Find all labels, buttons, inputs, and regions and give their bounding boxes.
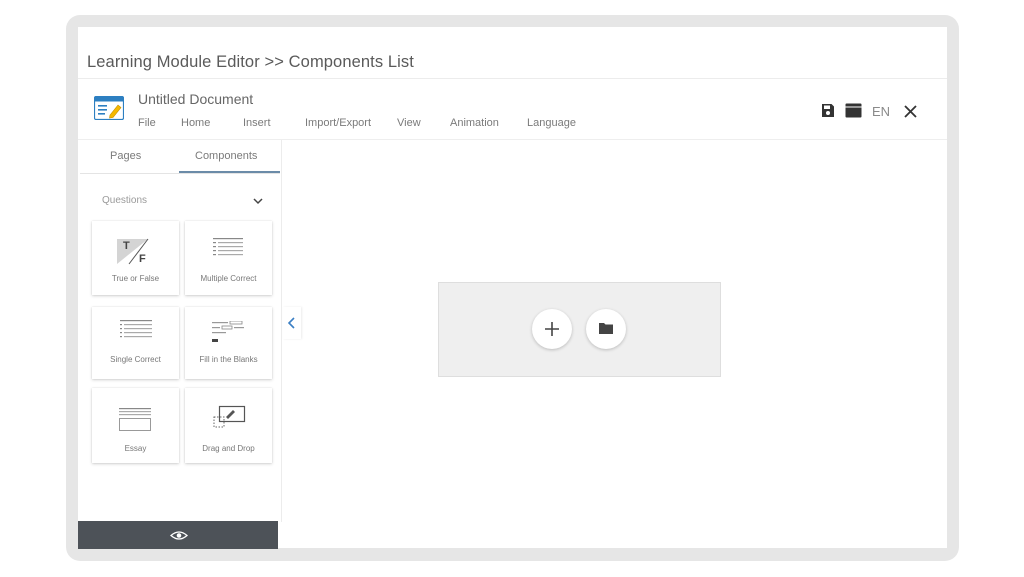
open-folder-button[interactable] bbox=[586, 309, 626, 349]
essay-icon bbox=[119, 408, 151, 431]
breadcrumb-divider bbox=[78, 78, 947, 79]
component-essay[interactable]: Essay bbox=[92, 388, 179, 463]
drag-drop-icon bbox=[213, 405, 246, 428]
close-icon[interactable] bbox=[904, 105, 917, 118]
save-icon[interactable] bbox=[821, 103, 835, 118]
document-icon bbox=[94, 96, 124, 120]
component-label: True or False bbox=[111, 274, 160, 283]
add-component-button[interactable] bbox=[532, 309, 572, 349]
component-fill-blanks[interactable]: Fill in the Blanks bbox=[185, 307, 272, 379]
menu-file[interactable]: File bbox=[138, 117, 156, 129]
breadcrumb: Learning Module Editor >> Components Lis… bbox=[87, 53, 414, 71]
active-tab-indicator bbox=[179, 171, 280, 173]
component-single-correct[interactable]: Single Correct bbox=[92, 307, 179, 379]
menu-language[interactable]: Language bbox=[527, 117, 576, 129]
component-label: Fill in the Blanks bbox=[199, 355, 258, 364]
component-label: Drag and Drop bbox=[202, 444, 255, 453]
multiple-correct-icon bbox=[213, 238, 243, 256]
eye-icon bbox=[170, 531, 188, 540]
component-label: Multiple Correct bbox=[200, 274, 257, 283]
menu-import-export[interactable]: Import/Export bbox=[305, 117, 371, 129]
true-false-icon: T F bbox=[117, 238, 149, 265]
plus-icon bbox=[545, 322, 559, 336]
section-label-questions[interactable]: Questions bbox=[102, 195, 147, 206]
tabs-divider bbox=[80, 173, 280, 174]
menu-insert[interactable]: Insert bbox=[243, 117, 271, 129]
language-selector[interactable]: EN bbox=[872, 104, 890, 119]
component-dropzone[interactable] bbox=[438, 282, 721, 377]
menu-home[interactable]: Home bbox=[181, 117, 210, 129]
component-drag-drop[interactable]: Drag and Drop bbox=[185, 388, 272, 463]
chevron-left-icon bbox=[287, 317, 295, 329]
folder-icon bbox=[599, 323, 613, 334]
component-multiple-correct[interactable]: Multiple Correct bbox=[185, 221, 272, 295]
svg-text:T: T bbox=[123, 240, 130, 252]
menu-view[interactable]: View bbox=[397, 117, 421, 129]
window-icon[interactable] bbox=[845, 103, 862, 118]
document-title[interactable]: Untitled Document bbox=[138, 91, 253, 107]
fill-blanks-icon bbox=[212, 321, 244, 342]
component-true-false[interactable]: T F True or False bbox=[92, 221, 179, 295]
chevron-down-icon[interactable] bbox=[252, 196, 264, 206]
component-label: Essay bbox=[124, 444, 147, 453]
single-correct-icon bbox=[120, 320, 152, 338]
collapse-sidebar-button[interactable] bbox=[283, 307, 301, 339]
menu-animation[interactable]: Animation bbox=[450, 117, 499, 129]
tab-pages[interactable]: Pages bbox=[110, 150, 141, 162]
component-label: Single Correct bbox=[110, 355, 161, 364]
tab-components[interactable]: Components bbox=[195, 150, 257, 162]
svg-text:F: F bbox=[139, 253, 146, 265]
